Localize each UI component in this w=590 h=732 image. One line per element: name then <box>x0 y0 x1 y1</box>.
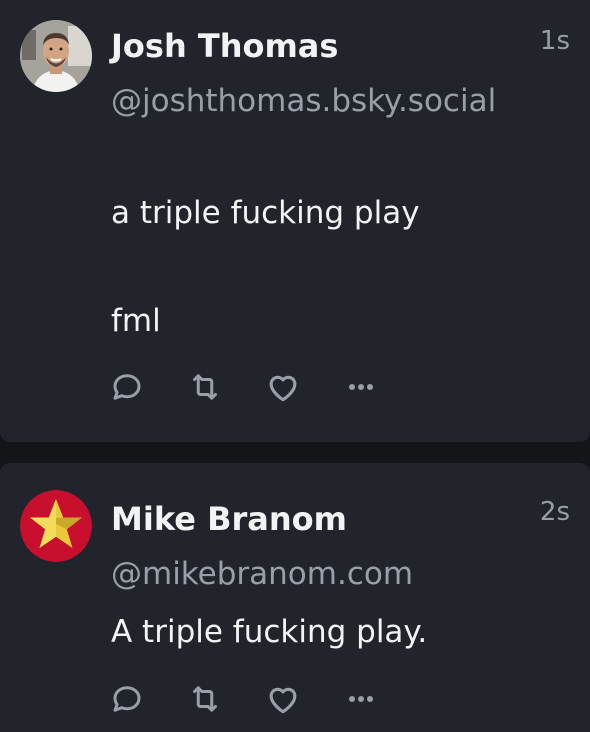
reply-button[interactable] <box>107 367 147 407</box>
avatar[interactable] <box>20 20 92 92</box>
post-text: A triple fucking play. <box>111 614 428 650</box>
more-icon <box>349 696 373 702</box>
post-card[interactable]: Josh Thomas 1s @joshthomas.bsky.social a… <box>0 0 590 442</box>
more-button[interactable] <box>341 679 381 719</box>
post-timestamp[interactable]: 1s <box>540 26 570 56</box>
like-icon <box>269 687 297 714</box>
avatar[interactable] <box>20 490 92 562</box>
like-icon <box>269 375 297 402</box>
repost-icon <box>193 374 217 400</box>
more-icon <box>349 384 373 390</box>
repost-icon <box>193 686 217 712</box>
like-button[interactable] <box>263 679 303 719</box>
author-handle[interactable]: @joshthomas.bsky.social <box>111 74 531 129</box>
author-handle[interactable]: @mikebranom.com <box>111 547 531 602</box>
post-actions <box>107 679 381 719</box>
post-actions <box>107 367 381 407</box>
author-name[interactable]: Mike Branom <box>111 500 347 538</box>
repost-button[interactable] <box>185 367 225 407</box>
repost-button[interactable] <box>185 679 225 719</box>
post-card[interactable]: Mike Branom 2s @mikebranom.com A triple … <box>0 463 590 732</box>
feed: Josh Thomas 1s @joshthomas.bsky.social a… <box>0 0 590 732</box>
more-button[interactable] <box>341 367 381 407</box>
post-text: a triple fucking play fml <box>111 195 420 339</box>
post-timestamp[interactable]: 2s <box>540 497 570 527</box>
author-name[interactable]: Josh Thomas <box>111 27 338 65</box>
reply-icon <box>113 374 141 400</box>
like-button[interactable] <box>263 367 303 407</box>
reply-button[interactable] <box>107 679 147 719</box>
reply-icon <box>113 686 141 712</box>
